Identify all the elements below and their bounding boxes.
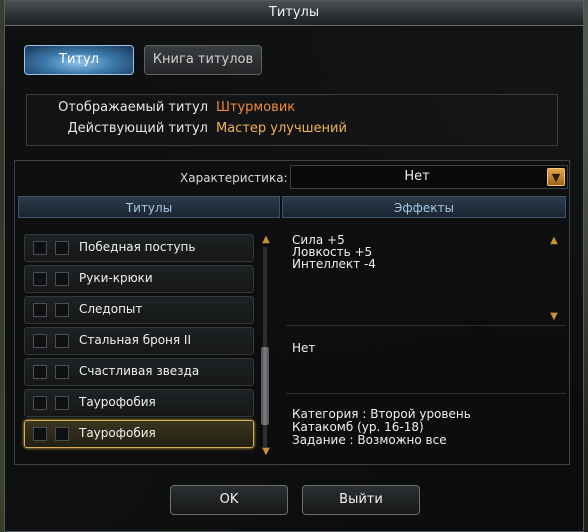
display-checkbox[interactable] [55,334,69,348]
active-title-label: Действующий титул [67,121,209,136]
ok-button[interactable]: OK [170,485,288,515]
effects-scrollbar[interactable]: ▲ ▼ [546,236,562,322]
titles-column-header: Титулы [18,196,280,218]
description-line: Катакомб (ур. 16-18) [292,420,424,434]
effects-stats-box: Сила +5 Ловкость +5 Интеллект -4 [286,226,566,326]
description-line: Категория : Второй уровень [292,407,471,421]
title-list-item[interactable]: Счастливая звезда [24,358,254,386]
displayed-title-label: Отображаемый титул [58,100,208,115]
display-checkbox[interactable] [55,396,69,410]
chevron-down-icon[interactable]: ▼ [547,168,565,186]
effects-column-header: Эффекты [282,196,566,218]
displayed-title-value: Штурмовик [216,100,296,115]
stat-filter-label: Характеристика: [180,171,288,185]
title-list-item-label: Таурофобия [79,395,156,409]
title-list-item[interactable]: Победная поступь [24,234,254,262]
stat-filter-value: Нет [404,169,430,184]
title-list-item-selected[interactable]: Таурофобия [24,420,254,448]
title-description-box: Категория : Второй уровень Катакомб (ур.… [286,398,566,460]
titles-list-scrollbar[interactable]: ▲ ▼ [258,233,274,461]
title-list-item[interactable]: Таурофобия [24,389,254,417]
scroll-up-icon[interactable]: ▲ [260,235,272,245]
title-list-item-label: Стальная броня II [79,333,192,347]
effect-note: Нет [292,341,316,355]
title-list-item[interactable]: Стальная броня II [24,327,254,355]
title-list-item-label: Руки-крюки [79,271,153,285]
title-list-item[interactable]: Руки-крюки [24,265,254,293]
title-list-item-label: Следопыт [79,302,143,316]
title-list-item-label: Счастливая звезда [79,364,200,378]
title-list-item-label: Таурофобия [79,426,156,440]
scroll-up-icon[interactable]: ▲ [548,236,560,246]
effect-stat: Интеллект -4 [292,257,376,271]
tab-title-book[interactable]: Книга титулов [144,45,262,75]
scroll-down-icon[interactable]: ▼ [260,447,272,457]
effects-note-box: Нет [286,332,566,394]
display-checkbox[interactable] [55,427,69,441]
equip-checkbox[interactable] [33,272,47,286]
equip-checkbox[interactable] [33,365,47,379]
equip-checkbox[interactable] [33,427,47,441]
scroll-thumb[interactable] [261,347,269,425]
title-list-item-label: Победная поступь [79,240,196,254]
equip-checkbox[interactable] [33,396,47,410]
exit-button[interactable]: Выйти [302,485,420,515]
title-list-item[interactable]: Следопыт [24,296,254,324]
equip-checkbox[interactable] [33,241,47,255]
tab-title[interactable]: Титул [24,45,134,75]
equip-checkbox[interactable] [33,303,47,317]
window-title: Титулы [5,1,583,26]
scroll-down-icon[interactable]: ▼ [548,312,560,322]
active-title-value: Мастер улучшений [216,121,347,136]
display-checkbox[interactable] [55,365,69,379]
description-line: Задание : Возможно все [292,433,447,447]
display-checkbox[interactable] [55,303,69,317]
display-checkbox[interactable] [55,272,69,286]
equip-checkbox[interactable] [33,334,47,348]
stat-filter-dropdown[interactable]: Нет ▼ [290,165,568,189]
display-checkbox[interactable] [55,241,69,255]
